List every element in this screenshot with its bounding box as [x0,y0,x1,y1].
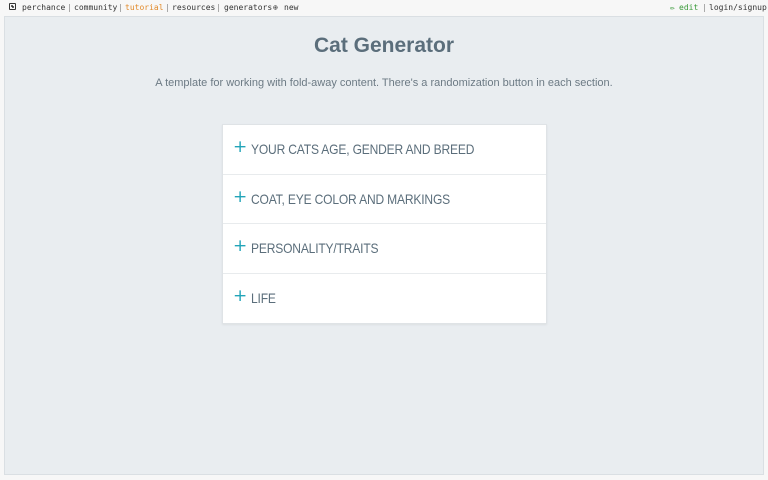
expand-plus-icon[interactable]: + [233,238,247,255]
generators-link[interactable]: generators [224,3,272,13]
section-age-gender-breed[interactable]: + YOUR CATS AGE, GENDER AND BREED [223,125,546,175]
generator-frame: Cat Generator A template for working wit… [4,16,764,475]
section-label[interactable]: YOUR CATS AGE, GENDER AND BREED [251,141,474,158]
tutorial-link[interactable]: tutorial [125,3,164,13]
page-title: Cat Generator [313,34,455,57]
separator: | [67,3,72,12]
login-signup-link[interactable]: login/signup [709,3,767,13]
section-label[interactable]: COAT, EYE COLOR AND MARKINGS [251,191,450,208]
expand-plus-icon[interactable]: + [233,188,247,206]
expand-plus-icon[interactable]: + [233,287,247,305]
separator: | [216,3,221,12]
top-nav-bar: perchance | community | tutorial | resou… [0,0,768,16]
section-label[interactable]: PERSONALITY/TRAITS [251,240,379,257]
page-subtitle: A template for working with fold-away co… [155,77,613,89]
expand-plus-icon[interactable]: + [233,139,247,156]
resources-link[interactable]: resources [172,3,215,13]
section-label[interactable]: LIFE [251,290,276,307]
community-link[interactable]: community [74,3,117,13]
separator: | [118,3,123,12]
dice-logo-icon[interactable] [9,3,16,10]
accordion: + YOUR CATS AGE, GENDER AND BREED + COAT… [222,124,547,324]
new-link[interactable]: new [284,3,298,13]
section-personality-traits[interactable]: + PERSONALITY/TRAITS [223,224,546,274]
brand-link[interactable]: perchance [22,3,65,13]
edit-link[interactable]: edit [679,3,698,13]
new-icon[interactable]: ⊕ [273,3,278,13]
section-coat-eye-markings[interactable]: + COAT, EYE COLOR AND MARKINGS [223,175,546,224]
edit-icon[interactable]: ✏ [670,3,675,13]
separator: | [165,3,170,12]
separator: | [702,3,707,12]
section-life[interactable]: + LIFE [223,274,546,324]
